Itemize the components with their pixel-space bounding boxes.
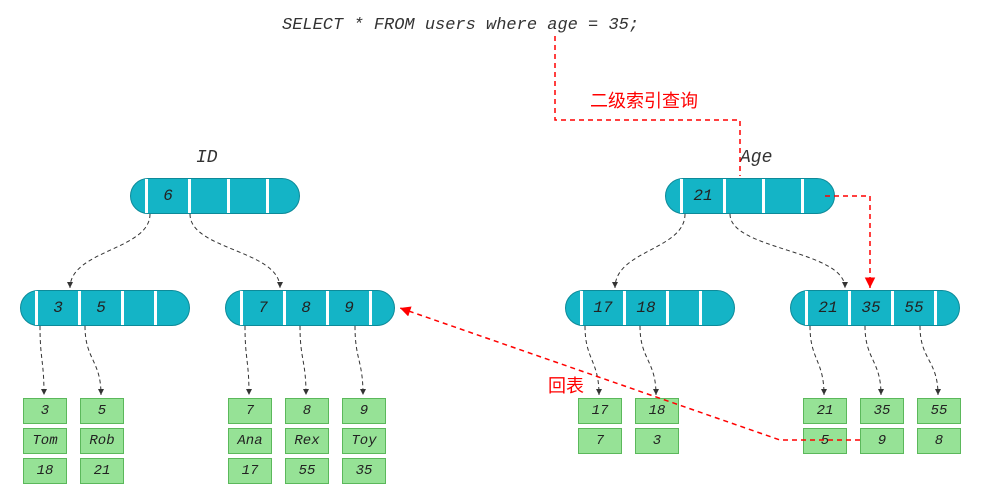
sql-query: SELECT * FROM users where age = 35; bbox=[282, 16, 639, 35]
annotation-secondary-index: 二级索引查询 bbox=[590, 87, 698, 113]
right-leaf-0-id: 7 bbox=[578, 428, 622, 454]
right-root-key-0: 21 bbox=[683, 187, 723, 205]
right-leaf-1-age: 18 bbox=[635, 398, 679, 424]
left-l2r-key-0: 7 bbox=[243, 299, 283, 317]
right-l2l-key-1: 18 bbox=[626, 299, 666, 317]
right-leaf-4-age: 55 bbox=[917, 398, 961, 424]
left-leaf-0-name: Tom bbox=[23, 428, 67, 454]
right-leaf-4-id: 8 bbox=[917, 428, 961, 454]
left-leaf-3-id: 8 bbox=[285, 398, 329, 424]
left-leaf-2-name: Ana bbox=[228, 428, 272, 454]
right-root-node: 21 bbox=[665, 178, 835, 214]
left-root-node: 6 bbox=[130, 178, 300, 214]
right-leaf-3-age: 35 bbox=[860, 398, 904, 424]
right-l2r-key-1: 35 bbox=[851, 299, 891, 317]
left-leaf-2-id: 7 bbox=[228, 398, 272, 424]
right-leaf-0-age: 17 bbox=[578, 398, 622, 424]
left-l2r-key-1: 8 bbox=[286, 299, 326, 317]
left-l2l-key-0: 3 bbox=[38, 299, 78, 317]
left-leaf-0-id: 3 bbox=[23, 398, 67, 424]
left-l2r-key-2: 9 bbox=[329, 299, 369, 317]
left-leaf-1-age: 21 bbox=[80, 458, 124, 484]
left-leaf-4-name: Toy bbox=[342, 428, 386, 454]
right-leaf-1-id: 3 bbox=[635, 428, 679, 454]
left-tree-label: ID bbox=[196, 148, 218, 168]
annotation-back-to-table: 回表 bbox=[548, 372, 584, 398]
right-leaf-2-age: 21 bbox=[803, 398, 847, 424]
left-l2-right-node: 7 8 9 bbox=[225, 290, 395, 326]
left-l2l-key-1: 5 bbox=[81, 299, 121, 317]
left-l2-left-node: 3 5 bbox=[20, 290, 190, 326]
connector-arrows bbox=[0, 0, 985, 500]
right-l2l-key-0: 17 bbox=[583, 299, 623, 317]
left-leaf-1-name: Rob bbox=[80, 428, 124, 454]
right-leaf-2-id: 5 bbox=[803, 428, 847, 454]
left-leaf-0-age: 18 bbox=[23, 458, 67, 484]
left-leaf-4-id: 9 bbox=[342, 398, 386, 424]
right-l2-left-node: 17 18 bbox=[565, 290, 735, 326]
left-leaf-2-age: 17 bbox=[228, 458, 272, 484]
left-leaf-3-age: 55 bbox=[285, 458, 329, 484]
right-l2r-key-0: 21 bbox=[808, 299, 848, 317]
right-l2r-key-2: 55 bbox=[894, 299, 934, 317]
left-leaf-1-id: 5 bbox=[80, 398, 124, 424]
left-leaf-3-name: Rex bbox=[285, 428, 329, 454]
right-tree-label: Age bbox=[740, 148, 772, 168]
left-root-key-0: 6 bbox=[148, 187, 188, 205]
right-l2-right-node: 21 35 55 bbox=[790, 290, 960, 326]
right-leaf-3-id: 9 bbox=[860, 428, 904, 454]
left-leaf-4-age: 35 bbox=[342, 458, 386, 484]
